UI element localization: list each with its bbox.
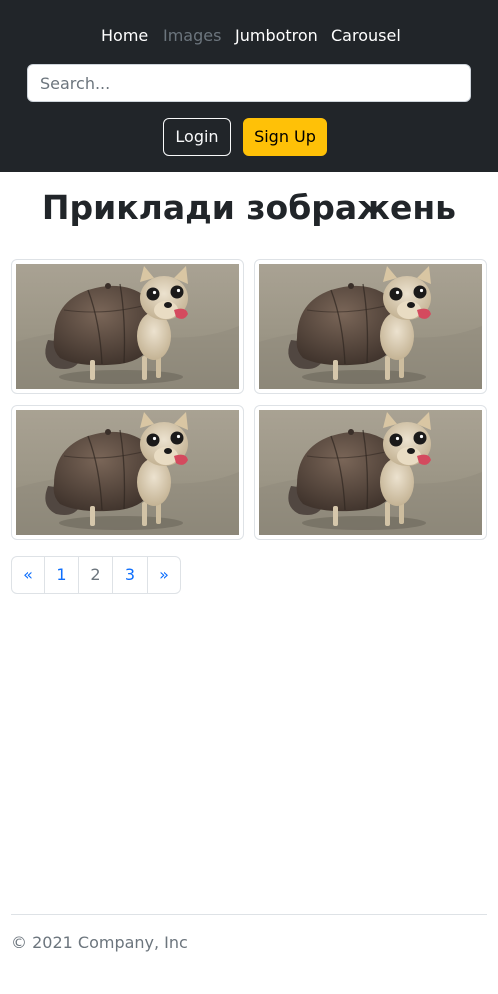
- chihuahua-photo: [259, 264, 482, 389]
- pagination-page-1[interactable]: 1: [45, 557, 79, 593]
- login-button[interactable]: Login: [163, 118, 231, 156]
- main-nav: Home Images Jumbotron Carousel: [0, 24, 498, 48]
- nav-link-jumbotron[interactable]: Jumbotron: [235, 24, 318, 48]
- pagination-page-2[interactable]: 2: [79, 557, 113, 593]
- image-thumbnail[interactable]: [11, 259, 244, 394]
- image-thumbnail[interactable]: [254, 405, 487, 540]
- chihuahua-photo: [16, 410, 239, 535]
- page-title: Приклади зображень: [41, 188, 457, 227]
- pagination: « 1 2 3 »: [11, 556, 181, 594]
- nav-link-home[interactable]: Home: [101, 24, 148, 48]
- image-thumbnail[interactable]: [11, 405, 244, 540]
- chihuahua-photo: [16, 264, 239, 389]
- pagination-page-3[interactable]: 3: [113, 557, 148, 593]
- pagination-next[interactable]: »: [148, 557, 180, 593]
- pagination-previous[interactable]: «: [12, 557, 45, 593]
- top-header: Home Images Jumbotron Carousel Login Sig…: [0, 0, 498, 172]
- nav-link-carousel[interactable]: Carousel: [331, 24, 401, 48]
- sign-up-button[interactable]: Sign Up: [243, 118, 327, 156]
- footer-copyright: © 2021 Company, Inc: [11, 933, 188, 952]
- image-thumbnail[interactable]: [254, 259, 487, 394]
- chihuahua-photo: [259, 410, 482, 535]
- footer-divider: [11, 914, 487, 915]
- search-input[interactable]: [27, 64, 471, 102]
- page: Home Images Jumbotron Carousel Login Sig…: [0, 0, 498, 994]
- nav-link-images[interactable]: Images: [163, 24, 221, 48]
